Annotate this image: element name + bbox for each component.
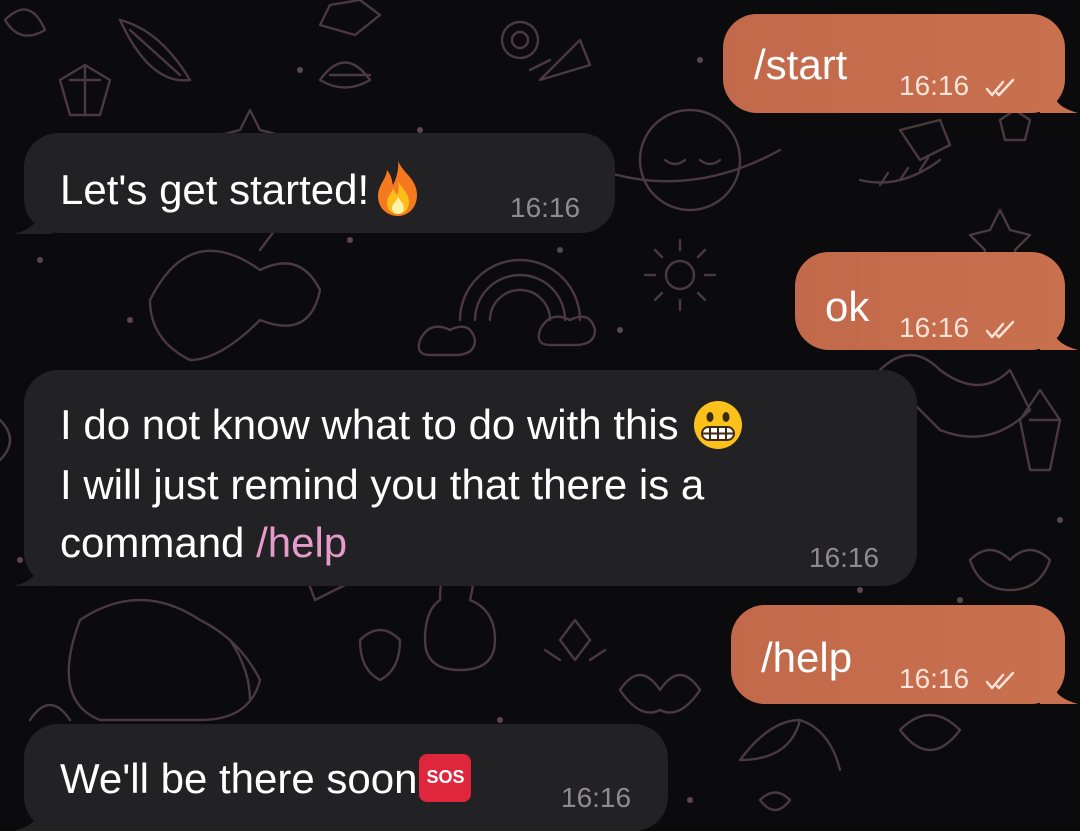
message-incoming-started[interactable]: Let's get started! 16:16 xyxy=(24,133,615,233)
message-text: /start xyxy=(754,41,848,88)
message-text: ok xyxy=(825,283,870,330)
sos-emoji-label: SOS xyxy=(426,766,465,787)
sos-emoji: SOS xyxy=(419,753,472,802)
message-text: /help xyxy=(761,634,853,681)
message-time: 16:16 xyxy=(899,70,970,101)
help-command-link[interactable]: /help xyxy=(256,519,347,566)
read-double-check-icon xyxy=(985,671,1015,690)
message-incoming-help-reminder[interactable]: I do not know what to do with this I wil… xyxy=(24,370,917,586)
message-time: 16:16 xyxy=(561,782,632,813)
message-outgoing-ok[interactable]: ok 16:16 xyxy=(795,252,1065,350)
message-line-3: command /help xyxy=(60,512,347,573)
message-time: 16:16 xyxy=(899,663,970,694)
message-time: 16:16 xyxy=(510,192,581,223)
message-line-3-text: command xyxy=(60,519,257,566)
message-text-content: Let's get started! xyxy=(60,166,370,213)
message-time: 16:16 xyxy=(809,542,880,573)
message-incoming-soon[interactable]: We'll be there soon SOS 16:16 xyxy=(24,724,668,831)
message-line-1-text: I do not know what to do with this xyxy=(60,401,679,448)
message-line-1: I do not know what to do with this xyxy=(60,394,743,455)
read-double-check-icon xyxy=(985,78,1015,97)
grimacing-face-emoji xyxy=(693,400,742,449)
message-line-2: I will just remind you that there is a xyxy=(60,461,705,508)
message-outgoing-start[interactable]: /start 16:16 xyxy=(723,14,1065,113)
read-double-check-icon xyxy=(985,320,1015,339)
message-time: 16:16 xyxy=(899,312,970,343)
message-text: Let's get started! xyxy=(60,159,423,220)
message-outgoing-help[interactable]: /help 16:16 xyxy=(731,605,1065,704)
message-text: We'll be there soon SOS xyxy=(60,748,472,809)
message-text-content: We'll be there soon xyxy=(60,755,418,802)
fire-emoji xyxy=(378,160,418,216)
